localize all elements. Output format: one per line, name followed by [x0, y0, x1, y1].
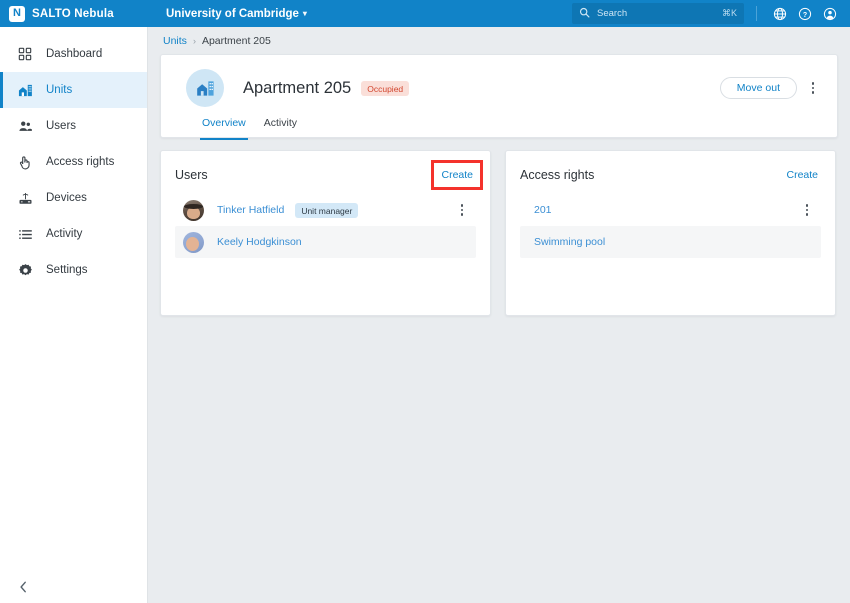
sidebar-item-users[interactable]: Users [0, 108, 147, 144]
panels-row: Users Create Tinker Hatfield Unit manage… [160, 150, 838, 316]
access-rights-panel-header: Access rights Create [520, 162, 821, 188]
breadcrumb-current: Apartment 205 [201, 34, 271, 47]
avatar [183, 231, 204, 253]
sidebar-item-access-rights[interactable]: Access rights [0, 144, 147, 180]
sidebar-collapse-button[interactable] [14, 578, 32, 596]
kebab-menu-icon[interactable] [805, 78, 821, 98]
list-item[interactable]: Swimming pool [520, 226, 821, 258]
access-rights-panel-title: Access rights [520, 168, 595, 182]
move-out-button[interactable]: Move out [719, 77, 797, 99]
toolbar-divider [756, 6, 757, 21]
unit-tabs: Overview Activity [200, 117, 821, 140]
unit-actions: Move out [719, 77, 821, 99]
sidebar-item-label: Units [46, 84, 73, 96]
avatar [183, 199, 204, 221]
user-name[interactable]: Keely Hodgkinson [217, 236, 302, 248]
devices-icon [17, 190, 33, 206]
apartment-building-icon [186, 69, 224, 107]
search-placeholder: Search [597, 8, 628, 19]
users-icon [17, 118, 33, 134]
organization-selector[interactable]: University of Cambridge ▾ [166, 8, 307, 20]
breadcrumb-link-units[interactable]: Units [163, 35, 187, 47]
dashboard-icon [17, 46, 33, 62]
account-icon[interactable] [819, 3, 841, 25]
main-content: Units › Apartment 205 Apartment 205 Occu… [148, 27, 850, 603]
sidebar-item-label: Access rights [46, 156, 115, 168]
kebab-menu-icon[interactable] [799, 200, 815, 220]
search-icon [579, 5, 590, 23]
settings-icon [17, 262, 33, 278]
access-right-name[interactable]: Swimming pool [534, 236, 605, 248]
sidebar-item-label: Dashboard [46, 48, 103, 60]
activity-icon [17, 226, 33, 242]
list-item[interactable]: Tinker Hatfield Unit manager [175, 194, 476, 226]
list-item[interactable]: Keely Hodgkinson [175, 226, 476, 258]
units-icon [17, 82, 33, 98]
users-panel: Users Create Tinker Hatfield Unit manage… [160, 150, 491, 316]
globe-icon[interactable] [769, 3, 791, 25]
tab-overview[interactable]: Overview [200, 117, 248, 140]
sidebar-item-label: Settings [46, 264, 88, 276]
search-input[interactable]: Search ⌘K [572, 3, 744, 24]
kebab-menu-icon[interactable] [454, 200, 470, 220]
sidebar-item-settings[interactable]: Settings [0, 252, 147, 288]
sidebar-item-label: Devices [46, 192, 87, 204]
breadcrumb-separator: › [192, 35, 196, 46]
brand[interactable]: N SALTO Nebula [0, 5, 148, 22]
users-panel-title: Users [175, 168, 208, 182]
access-right-name[interactable]: 201 [534, 204, 552, 216]
sidebar-item-activity[interactable]: Activity [0, 216, 147, 252]
help-icon[interactable]: ? [794, 3, 816, 25]
brand-name: SALTO Nebula [32, 7, 114, 20]
organization-name: University of Cambridge [166, 7, 299, 20]
sidebar-item-label: Activity [46, 228, 83, 240]
tab-activity[interactable]: Activity [264, 117, 297, 139]
chevron-down-icon: ▾ [302, 9, 307, 18]
access-rights-icon [17, 154, 33, 170]
sidebar-nav: Dashboard Units Users Access rights Devi… [0, 27, 147, 288]
svg-text:?: ? [803, 11, 807, 18]
top-bar-right: Search ⌘K ? [572, 0, 850, 27]
users-create-link[interactable]: Create [431, 160, 483, 190]
page-title: Apartment 205 [243, 78, 352, 97]
unit-header-row: Apartment 205 Occupied Move out [177, 55, 821, 117]
list-item[interactable]: 201 [520, 194, 821, 226]
sidebar: Dashboard Units Users Access rights Devi… [0, 27, 148, 603]
sidebar-item-devices[interactable]: Devices [0, 180, 147, 216]
access-rights-panel: Access rights Create 201 Swimming pool [505, 150, 836, 316]
breadcrumb: Units › Apartment 205 [160, 27, 838, 54]
access-rights-create-link[interactable]: Create [783, 167, 821, 183]
user-name[interactable]: Tinker Hatfield [217, 204, 284, 216]
top-bar: N SALTO Nebula University of Cambridge ▾… [0, 0, 850, 27]
status-badge: Occupied [361, 80, 410, 96]
sidebar-item-dashboard[interactable]: Dashboard [0, 36, 147, 72]
salto-logo-icon: N [9, 5, 25, 22]
sidebar-item-units[interactable]: Units [0, 72, 147, 108]
role-badge: Unit manager [295, 202, 359, 218]
sidebar-item-label: Users [46, 120, 77, 132]
unit-header-card: Apartment 205 Occupied Move out Overview… [160, 54, 838, 140]
users-panel-header: Users Create [175, 160, 483, 190]
search-shortcut: ⌘K [721, 8, 737, 18]
